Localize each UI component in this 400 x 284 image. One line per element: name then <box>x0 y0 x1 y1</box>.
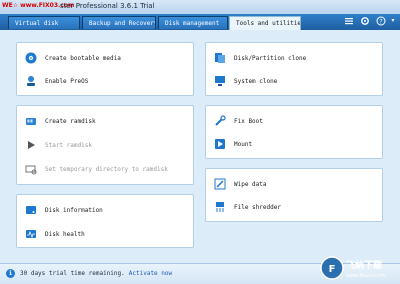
tab-virtual-disk[interactable]: Virtual disk <box>8 16 80 29</box>
create-bootable-media-label: Create bootable media <box>45 54 121 62</box>
system-clone-label: System clone <box>234 77 278 85</box>
trial-status: i 30 days trial time remaining. Activate… <box>6 269 172 278</box>
enable-preos-label: Enable PreOS <box>45 77 89 85</box>
start-ramdisk-item[interactable]: Start ramdisk <box>25 138 92 152</box>
system-clone-item[interactable]: System clone <box>214 74 277 88</box>
mount-label: Mount <box>234 140 253 148</box>
shredder-icon <box>214 201 226 213</box>
set-temp-dir-label: Set temporary directory to ramdisk <box>45 165 168 173</box>
activate-now-link[interactable]: Activate now <box>129 270 172 277</box>
file-shredder-item[interactable]: File shredder <box>214 200 281 214</box>
eraser-icon <box>214 178 226 190</box>
disc-icon <box>25 52 37 64</box>
wipe-data-item[interactable]: Wipe data <box>214 177 267 191</box>
svg-text:?: ? <box>379 19 382 26</box>
tab-backup-recovery[interactable]: Backup and Recovery <box>82 16 156 29</box>
svg-text:F: F <box>329 264 336 275</box>
info-icon: i <box>6 269 15 278</box>
enable-preos-item[interactable]: Enable PreOS <box>25 74 88 88</box>
title-bar: WE☆ www.FIX03.com ster Professional 3.6.… <box>0 0 400 15</box>
disk-partition-clone-item[interactable]: Disk/Partition clone <box>214 51 306 65</box>
panel-wipe: Wipe data File shredder <box>205 168 383 222</box>
clone-disk-icon <box>214 52 226 64</box>
create-ramdisk-item[interactable]: Create ramdisk <box>25 114 96 128</box>
logo-text-cn: 飞纳下载 <box>346 259 382 271</box>
wrench-icon <box>214 115 226 127</box>
create-bootable-media-item[interactable]: Create bootable media <box>25 51 121 65</box>
fix-boot-label: Fix Boot <box>234 117 263 125</box>
set-temp-dir-item[interactable]: Set temporary directory to ramdisk <box>25 162 168 176</box>
mount-icon <box>214 138 226 150</box>
start-ramdisk-label: Start ramdisk <box>45 141 92 149</box>
window-title: ster Professional 3.6.1 Trial <box>60 2 155 10</box>
ramdisk-icon <box>25 115 37 127</box>
menu-icon[interactable] <box>344 16 354 26</box>
disk-information-item[interactable]: Disk information <box>25 203 103 217</box>
disk-info-icon <box>25 204 37 216</box>
folder-gear-icon <box>25 163 37 175</box>
tab-bar: Virtual disk Backup and Recovery Disk ma… <box>0 14 400 30</box>
play-icon <box>25 139 37 151</box>
disk-health-icon <box>25 228 37 240</box>
preos-icon <box>25 75 37 87</box>
mount-item[interactable]: Mount <box>214 137 252 151</box>
disk-information-label: Disk information <box>45 206 103 214</box>
disk-partition-clone-label: Disk/Partition clone <box>234 54 307 62</box>
create-ramdisk-label: Create ramdisk <box>45 117 96 125</box>
panel-fix-mount: Fix Boot Mount <box>205 105 383 159</box>
gear-icon[interactable] <box>360 16 370 26</box>
site-logo: F 飞纳下载 www.fixunr.com <box>320 256 386 280</box>
wipe-data-label: Wipe data <box>234 180 267 188</box>
fix-boot-item[interactable]: Fix Boot <box>214 114 263 128</box>
chevron-down-icon[interactable]: ▾ <box>388 16 398 26</box>
disk-health-label: Disk health <box>45 230 85 238</box>
panel-bootable-media: Create bootable media Enable PreOS <box>16 42 194 96</box>
help-icon[interactable]: ? <box>376 16 386 26</box>
tools-content: Create bootable media Enable PreOS Creat… <box>0 30 400 263</box>
trial-status-text: 30 days trial time remaining. <box>20 270 125 277</box>
logo-text-en: www.fixunr.com <box>346 273 386 279</box>
system-clone-icon <box>214 75 226 87</box>
disk-health-item[interactable]: Disk health <box>25 227 85 241</box>
file-shredder-label: File shredder <box>234 203 281 211</box>
tab-tools-utilities[interactable]: Tools and utilities <box>229 16 301 30</box>
tab-disk-management[interactable]: Disk management <box>158 16 228 29</box>
panel-clone: Disk/Partition clone System clone <box>205 42 383 96</box>
panel-disk-info: Disk information Disk health <box>16 194 194 248</box>
panel-ramdisk: Create ramdisk Start ramdisk Set tempora… <box>16 105 194 185</box>
